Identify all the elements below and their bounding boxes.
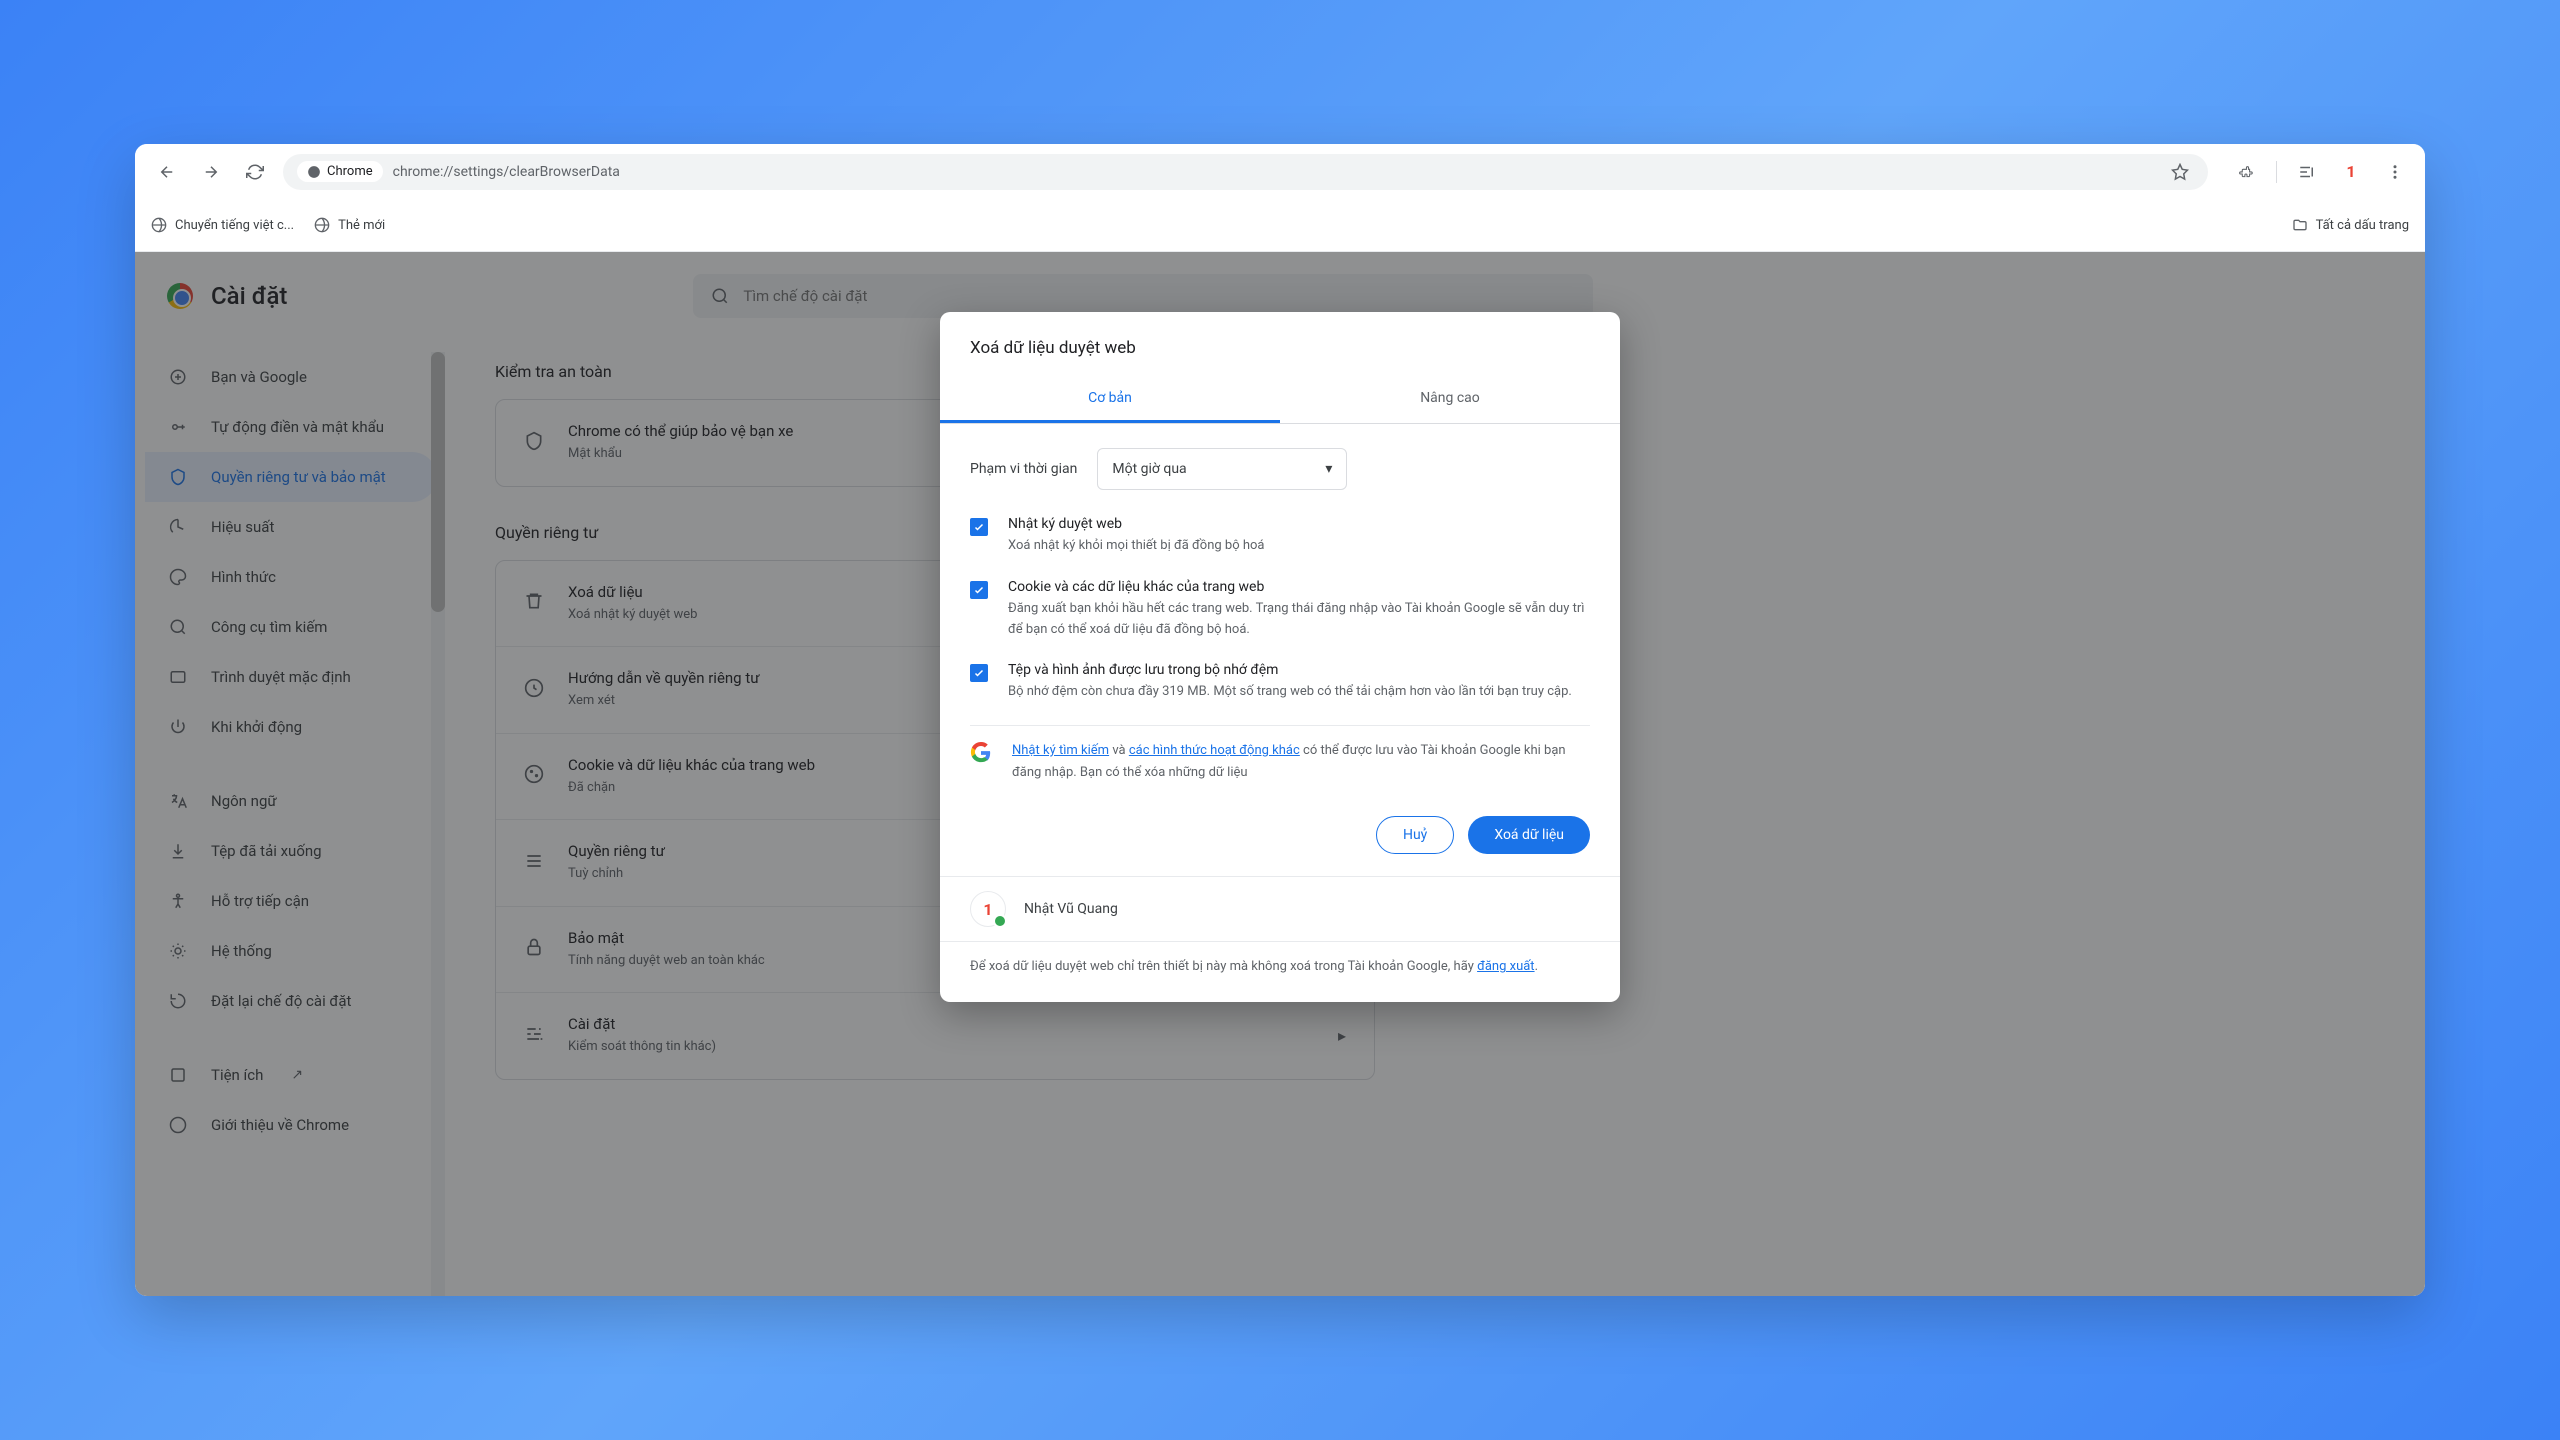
checkbox-history[interactable] [970, 518, 988, 536]
address-bar[interactable]: Chrome chrome://settings/clearBrowserDat… [283, 154, 2208, 190]
media-icon[interactable] [2293, 158, 2321, 186]
chevron-down-icon: ▾ [1325, 461, 1332, 477]
sync-badge-icon [993, 914, 1007, 928]
site-chip: Chrome [297, 161, 383, 182]
dialog-title: Xoá dữ liệu duyệt web [940, 312, 1620, 376]
all-bookmarks-label: Tất cả dấu trang [2316, 218, 2409, 233]
dialog-body: Phạm vi thời gian Một giờ qua ▾ Nhật ký … [940, 424, 1620, 800]
google-icon [970, 742, 992, 764]
user-name: Nhật Vũ Quang [1024, 901, 1118, 917]
signout-note: Để xoá dữ liệu duyệt web chỉ trên thiết … [940, 941, 1620, 1002]
star-icon[interactable] [2166, 158, 2194, 186]
reload-button[interactable] [239, 156, 271, 188]
menu-icon[interactable] [2381, 158, 2409, 186]
user-account-row: 1 Nhật Vũ Quang [940, 876, 1620, 941]
check-cookies: Cookie và các dữ liệu khác của trang web… [970, 579, 1590, 641]
checkbox-cache[interactable] [970, 664, 988, 682]
bookmark-item[interactable]: Chuyển tiếng việt c... [151, 217, 294, 233]
clear-data-button[interactable]: Xoá dữ liệu [1468, 816, 1590, 854]
cancel-button[interactable]: Huỷ [1376, 816, 1454, 854]
extensions-icon[interactable] [2232, 158, 2260, 186]
tab-basic[interactable]: Cơ bản [940, 376, 1280, 423]
chip-label: Chrome [327, 164, 373, 179]
check-sub: Xoá nhật ký khỏi mọi thiết bị đã đồng bộ… [1008, 536, 1590, 557]
clear-data-dialog: Xoá dữ liệu duyệt web Cơ bản Nâng cao Ph… [940, 312, 1620, 1002]
time-range-row: Phạm vi thời gian Một giờ qua ▾ [970, 448, 1590, 490]
signout-link[interactable]: đăng xuất [1477, 959, 1534, 974]
time-range-label: Phạm vi thời gian [970, 461, 1077, 477]
bookmark-item[interactable]: Thẻ mới [314, 217, 385, 233]
dialog-tabs: Cơ bản Nâng cao [940, 376, 1620, 424]
checkbox-cookies[interactable] [970, 581, 988, 599]
forward-button[interactable] [195, 156, 227, 188]
tab-advanced[interactable]: Nâng cao [1280, 376, 1620, 423]
check-title: Nhật ký duyệt web [1008, 516, 1590, 532]
profile-icon[interactable]: 1 [2337, 158, 2365, 186]
toolbar: Chrome chrome://settings/clearBrowserDat… [135, 144, 2425, 199]
dialog-actions: Huỷ Xoá dữ liệu [940, 800, 1620, 876]
check-title: Cookie và các dữ liệu khác của trang web [1008, 579, 1590, 595]
info-text: Nhật ký tìm kiếm và các hình thức hoạt đ… [1012, 740, 1590, 784]
check-sub: Bộ nhớ đệm còn chưa đầy 319 MB. Một số t… [1008, 682, 1590, 703]
google-info-row: Nhật ký tìm kiếm và các hình thức hoạt đ… [970, 725, 1590, 790]
url-text: chrome://settings/clearBrowserData [393, 164, 620, 180]
other-activity-link[interactable]: các hình thức hoạt động khác [1129, 743, 1300, 758]
check-cache: Tệp và hình ảnh được lưu trong bộ nhớ đệ… [970, 662, 1590, 703]
toolbar-right: 1 [2220, 158, 2409, 186]
check-sub: Đăng xuất bạn khỏi hầu hết các trang web… [1008, 599, 1590, 641]
check-title: Tệp và hình ảnh được lưu trong bộ nhớ đệ… [1008, 662, 1590, 678]
user-avatar: 1 [970, 891, 1006, 927]
bookmarks-bar: Chuyển tiếng việt c... Thẻ mới Tất cả dấ… [135, 199, 2425, 251]
search-history-link[interactable]: Nhật ký tìm kiếm [1012, 743, 1109, 758]
back-button[interactable] [151, 156, 183, 188]
bookmark-label: Thẻ mới [338, 218, 385, 233]
all-bookmarks[interactable]: Tất cả dấu trang [2292, 217, 2409, 233]
time-range-select[interactable]: Một giờ qua ▾ [1097, 448, 1347, 490]
divider [2276, 161, 2277, 183]
check-browsing-history: Nhật ký duyệt web Xoá nhật ký khỏi mọi th… [970, 516, 1590, 557]
browser-chrome-bar: Chrome chrome://settings/clearBrowserDat… [135, 144, 2425, 252]
content-area: Cài đặt Bạn và Google Tự động điền và mậ… [135, 252, 2425, 1296]
bookmark-label: Chuyển tiếng việt c... [175, 218, 294, 233]
time-range-value: Một giờ qua [1112, 461, 1186, 477]
